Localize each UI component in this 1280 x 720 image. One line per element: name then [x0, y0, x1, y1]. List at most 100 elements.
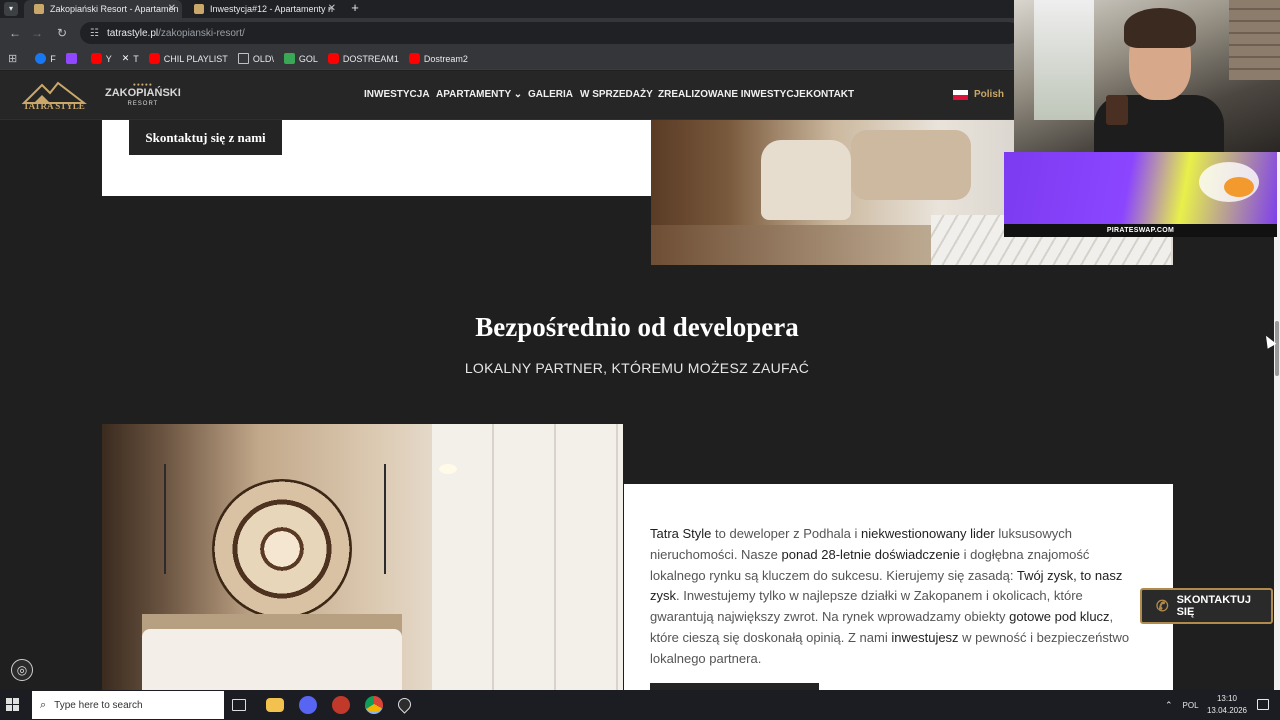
windows-taskbar: ⌕ Type here to search ⌃ POL 13:10 13.04.…: [0, 690, 1280, 720]
tray-chevron-up-icon[interactable]: ⌃: [1165, 700, 1173, 711]
site-settings-icon[interactable]: ☷: [90, 28, 99, 39]
tab-close-icon[interactable]: ✕: [168, 3, 176, 14]
logo-resort-main: ZAKOPIAŃSKI: [105, 87, 181, 99]
youtube-icon: [408, 53, 420, 64]
photo-armchair: [761, 140, 851, 220]
chrome-icon[interactable]: [365, 696, 383, 714]
webcam-window: [1034, 0, 1094, 120]
tatra-style-logo[interactable]: TATRA STYLE: [20, 79, 88, 115]
photo-pendant-lamp: [384, 464, 386, 574]
photo-pendant-lamp: [164, 464, 166, 574]
apps-grid-icon[interactable]: ⊞: [8, 52, 17, 65]
back-arrow-icon[interactable]: ←: [6, 24, 24, 42]
photo-wall-rosette: [212, 479, 352, 619]
contact-us-button[interactable]: Skontaktuj się z nami: [129, 120, 282, 155]
nav-w-sprzedazy[interactable]: W SPRZEDAŻY: [580, 89, 653, 100]
tab-title: Zakopiański Resort - Apartamen: [50, 4, 179, 14]
nav-galeria[interactable]: GALERIA: [528, 89, 573, 100]
about-segment: Tatra Style: [650, 526, 712, 541]
windows-start-icon[interactable]: [6, 698, 20, 712]
bookmark-chil-playlist[interactable]: CHIL PLAYLIST: [148, 53, 228, 64]
nav-inwestycja[interactable]: INWESTYCJA: [364, 89, 430, 100]
webcam-mug: [1106, 95, 1128, 125]
sponsor-banner: PIRATESWAP.COM: [1004, 152, 1277, 237]
logo-brand-text: TATRA STYLE: [23, 101, 85, 111]
system-tray: ⌃ POL: [1165, 690, 1199, 720]
taskbar-search-placeholder: Type here to search: [54, 699, 143, 711]
photo-wardrobe: [432, 424, 623, 690]
about-segment: ponad 28-letnie doświadczenie: [781, 546, 961, 562]
bookmark-x[interactable]: ✕ T: [122, 53, 139, 64]
banner-graphic: [1224, 177, 1254, 197]
nav-apartamenty[interactable]: APARTAMENTY ⌄: [436, 89, 522, 100]
browser-tab[interactable]: Inwestycja#12 - Apartamenty n ✕: [184, 0, 342, 18]
app-pin-icon[interactable]: [395, 695, 414, 714]
file-explorer-icon[interactable]: [266, 698, 284, 712]
tab-list-chevron-icon[interactable]: ▾: [4, 2, 18, 16]
url-input[interactable]: ☷ tatrastyle.pl/zakopianski-resort/: [80, 22, 1020, 44]
webcam-person-hair: [1124, 8, 1196, 48]
bookmark-dostream2[interactable]: Dostream2: [408, 53, 468, 64]
banner-caption: PIRATESWAP.COM: [1004, 224, 1277, 237]
zakopianski-resort-logo[interactable]: ●●●●● ZAKOPIAŃSKI RESORT: [105, 83, 181, 108]
youtube-icon: [90, 53, 102, 64]
tab-favicon-icon: [34, 4, 44, 14]
cookie-settings-icon[interactable]: ◎: [11, 659, 33, 681]
url-domain: tatrastyle.pl: [106, 27, 159, 39]
bedroom-photo: [102, 424, 623, 690]
bookmark-dostream1[interactable]: DOSTREAM1: [327, 53, 399, 64]
section-heading: Bezpośrednio od developera: [475, 312, 799, 342]
x-logo-icon: ✕: [121, 53, 130, 63]
chevron-down-icon: ⌄: [513, 89, 523, 100]
bookmark-gol[interactable]: GOL: [283, 53, 318, 64]
youtube-icon: [327, 53, 339, 64]
section-subheading: LOKALNY PARTNER, KTÓREMU MOŻESZ ZAUFAĆ: [464, 360, 810, 376]
about-segment: inwestujesz: [891, 629, 959, 645]
bookmark-youtube[interactable]: Y: [90, 53, 112, 64]
nav-kontakt[interactable]: KONTAKT: [806, 89, 854, 100]
logo-resort-sub: RESORT: [127, 101, 159, 107]
webcam-brick-wall: [1229, 0, 1280, 80]
clock-date: 13.04.2026: [1206, 706, 1248, 715]
facebook-icon: [35, 53, 47, 64]
youtube-icon: [148, 53, 160, 64]
tab-close-icon[interactable]: ✕: [328, 3, 336, 14]
phone-icon: ✆: [1156, 598, 1169, 615]
browser-tab-active[interactable]: Zakopiański Resort - Apartamen ✕: [24, 0, 182, 18]
input-language[interactable]: POL: [1183, 701, 1199, 710]
search-icon: ⌕: [40, 698, 47, 711]
twitch-icon: [65, 53, 77, 64]
webcam-overlay: [1014, 0, 1280, 152]
poland-flag-icon: [953, 89, 968, 100]
photo-bed: [142, 629, 402, 690]
floating-contact-button[interactable]: ✆ SKONTAKTUJ SIĘ: [1140, 588, 1273, 624]
forward-arrow-icon[interactable]: →: [28, 24, 46, 42]
photo-ceiling-light: [439, 464, 457, 474]
notification-icon[interactable]: [1257, 699, 1269, 710]
new-tab-button[interactable]: +: [348, 0, 362, 18]
about-paragraph: Tatra Style to deweloper z Podhala i nie…: [650, 524, 1145, 670]
bookmark-facebook[interactable]: F: [35, 53, 56, 64]
taskbar-clock[interactable]: 13:10 13.04.2026: [1203, 693, 1251, 717]
nav-zrealizowane-inwestycje[interactable]: ZREALIZOWANE INWESTYCJE: [658, 89, 806, 100]
app-icon[interactable]: [332, 696, 350, 714]
discord-icon[interactable]: [299, 696, 317, 714]
language-label: Polish: [974, 89, 1005, 100]
floating-contact-label: SKONTAKTUJ SIĘ: [1176, 594, 1251, 618]
folder-icon: [237, 53, 249, 64]
bookmark-folder-old[interactable]: OLD\: [237, 53, 274, 64]
about-segment: niekwestionowany lider: [861, 526, 995, 541]
clock-time: 13:10: [1216, 694, 1238, 703]
scrollbar-thumb[interactable]: [1275, 321, 1279, 376]
task-view-icon[interactable]: [232, 699, 246, 711]
reload-icon[interactable]: ↻: [53, 24, 71, 42]
bookmark-twitch[interactable]: [65, 53, 81, 64]
tab-favicon-icon: [194, 4, 204, 14]
photo-sofa: [851, 130, 971, 200]
language-selector[interactable]: Polish: [953, 89, 1004, 100]
about-segment: to deweloper z Podhala i: [711, 526, 862, 541]
gol-icon: [283, 53, 295, 64]
taskbar-search-input[interactable]: ⌕ Type here to search: [32, 691, 224, 719]
tab-title: Inwestycja#12 - Apartamenty n: [210, 4, 334, 14]
about-cta-button[interactable]: [650, 683, 819, 690]
